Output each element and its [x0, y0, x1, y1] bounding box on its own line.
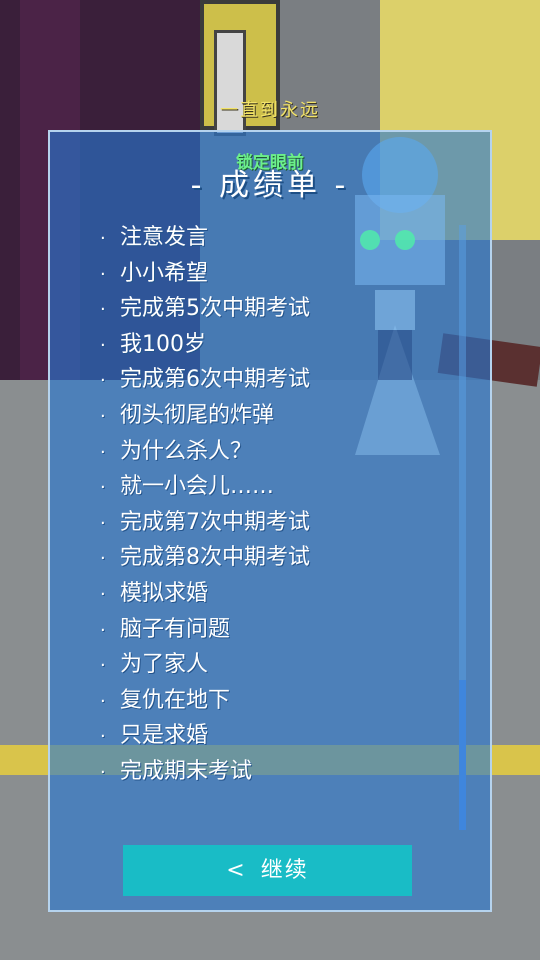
list-item-label: 为了家人	[120, 652, 209, 678]
list-item-label: 我100岁	[120, 331, 206, 357]
bullet-icon: ·	[100, 512, 106, 534]
achievement-list[interactable]: · 注意发言 · 小小希望 · 完成第5次中期考试 · 我100岁 · 完成第6次中期考试 · 彻头彻…	[100, 220, 430, 790]
bullet-icon: ·	[100, 334, 106, 356]
list-item-label: 为什么杀人？	[120, 438, 253, 464]
bullet-icon: ·	[100, 548, 106, 570]
list-item-label: 只是求婚	[120, 723, 209, 749]
list-item: · 为什么杀人？	[100, 434, 430, 470]
bullet-icon: ·	[100, 761, 106, 783]
list-item: · 复仇在地下	[100, 683, 430, 719]
bullet-icon: ·	[100, 299, 106, 321]
list-item-label: 完成期末考试	[120, 758, 253, 784]
list-item-label: 彻头彻尾的炸弹	[120, 402, 275, 428]
bullet-icon: ·	[100, 441, 106, 463]
list-item: · 完成期末考试	[100, 754, 430, 790]
bullet-icon: ·	[100, 263, 106, 285]
list-item-label: 就一小会儿……	[120, 474, 275, 500]
bullet-icon: ·	[100, 583, 106, 605]
bullet-icon: ·	[100, 726, 106, 748]
list-item: · 脑子有问题	[100, 612, 430, 648]
list-item-label: 脑子有问题	[120, 616, 231, 642]
list-item: · 完成第5次中期考试	[100, 291, 430, 327]
bullet-icon: ·	[100, 655, 106, 677]
list-item-label: 完成第8次中期考试	[120, 545, 310, 571]
bullet-icon: ·	[100, 690, 106, 712]
list-scrollbar[interactable]	[459, 225, 466, 830]
bullet-icon: ·	[100, 228, 106, 249]
list-item: · 为了家人	[100, 647, 430, 683]
bullet-icon: ·	[100, 477, 106, 499]
list-item-label: 完成第7次中期考试	[120, 509, 310, 535]
list-item-label: 模拟求婚	[120, 580, 209, 606]
list-item: · 只是求婚	[100, 718, 430, 754]
list-item-label: 复仇在地下	[120, 687, 231, 713]
chevron-left-icon: <	[226, 858, 247, 883]
list-item-label: 小小希望	[120, 260, 209, 286]
list-item: · 完成第8次中期考试	[100, 540, 430, 576]
list-item-label: 完成第6次中期考试	[120, 367, 310, 393]
list-item: · 注意发言	[100, 220, 430, 256]
list-item: · 模拟求婚	[100, 576, 430, 612]
continue-button[interactable]: < 继续	[123, 845, 412, 896]
list-item: · 完成第6次中期考试	[100, 362, 430, 398]
list-scrollbar-thumb[interactable]	[459, 680, 466, 830]
bullet-icon: ·	[100, 405, 106, 427]
panel-title: - 成绩单 -	[190, 168, 350, 203]
continue-button-label: 继续	[260, 858, 309, 883]
list-item-label: 完成第5次中期考试	[120, 296, 310, 322]
top-caption: 一直到永远	[220, 100, 320, 121]
list-item: · 小小希望	[100, 256, 430, 292]
bullet-icon: ·	[100, 370, 106, 392]
list-item: · 完成第7次中期考试	[100, 505, 430, 541]
list-item: · 我100岁	[100, 327, 430, 363]
list-item-label: 注意发言	[120, 225, 209, 250]
list-item: · 就一小会儿……	[100, 469, 430, 505]
bullet-icon: ·	[100, 619, 106, 641]
list-item: · 彻头彻尾的炸弹	[100, 398, 430, 434]
